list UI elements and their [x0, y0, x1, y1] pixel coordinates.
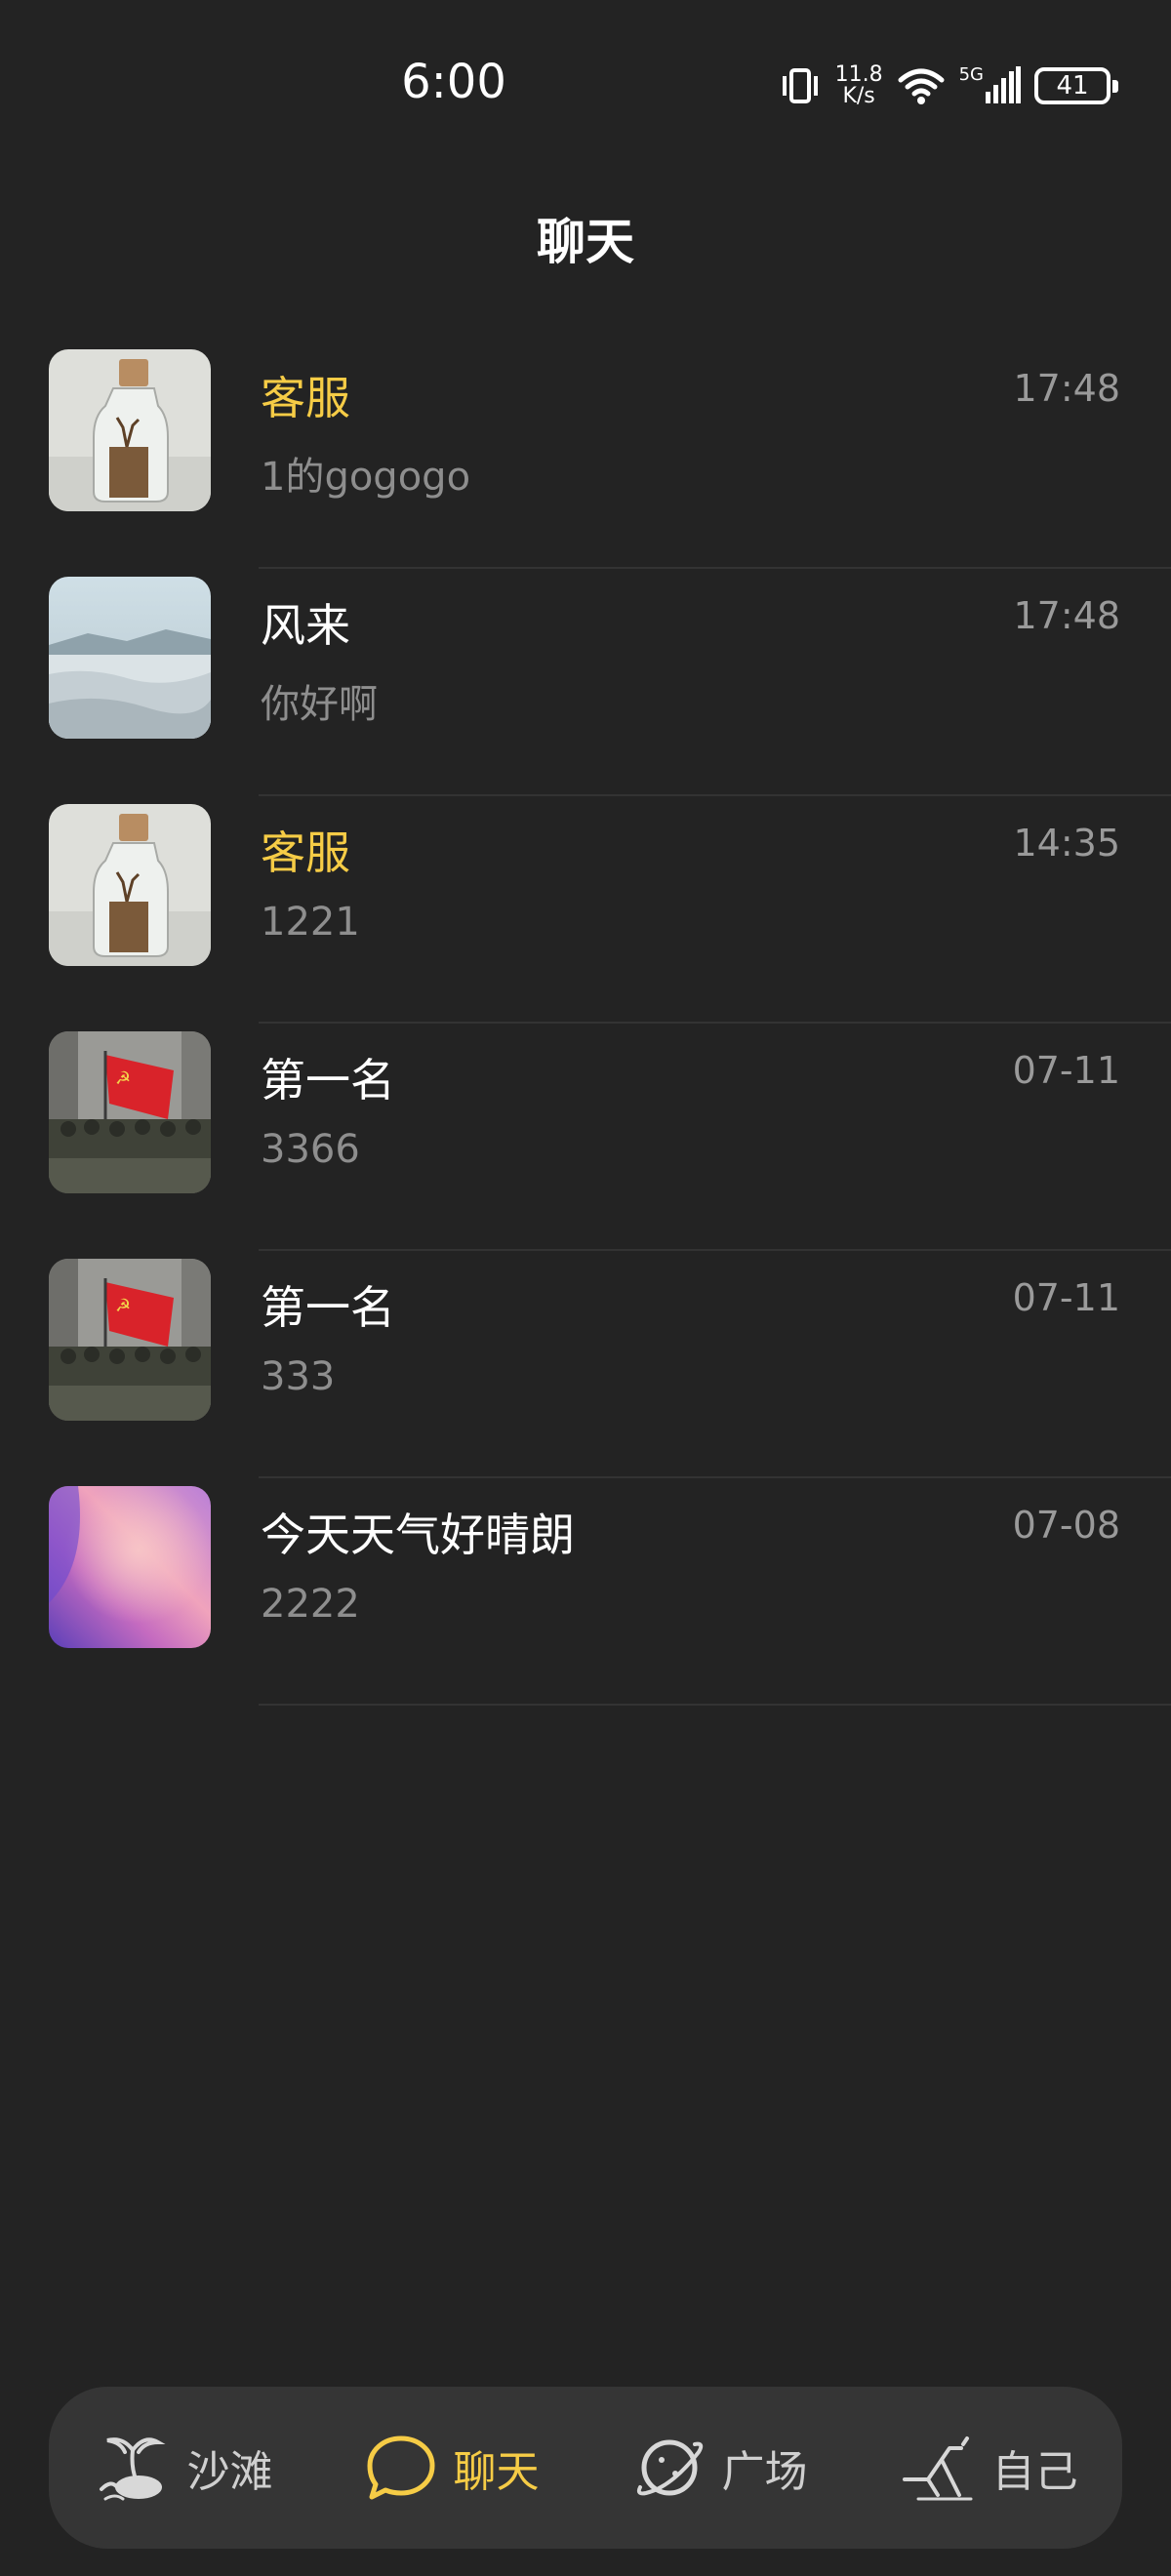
chat-preview: 1的gogogo: [261, 455, 471, 500]
chat-time: 07-08: [1012, 1504, 1120, 1547]
chat-name: 第一名: [261, 1054, 395, 1107]
wifi-icon: [897, 66, 946, 105]
chat-preview: 1221: [261, 900, 360, 945]
status-bar: 6:00 11.8 K/s 5G 41: [0, 0, 1171, 172]
chat-time: 14:35: [1013, 822, 1120, 865]
nav-item-chat[interactable]: 聊天: [317, 2387, 586, 2549]
page-title: 聊天: [537, 214, 634, 270]
avatar: ☭: [49, 1259, 211, 1421]
chat-list-item[interactable]: 今天天气好晴朗 2222 07-08: [0, 1478, 1171, 1706]
svg-text:☭: ☭: [115, 1068, 131, 1089]
avatar: ☭: [49, 1031, 211, 1193]
chat-preview: 3366: [261, 1127, 360, 1172]
chat-time: 07-11: [1012, 1049, 1120, 1092]
cellular-signal-icon: 5G: [959, 66, 1021, 105]
nav-item-plaza[interactable]: 广场: [586, 2387, 854, 2549]
network-type-label: 5G: [958, 64, 984, 85]
avatar: [49, 349, 211, 511]
chat-list: 客服 1的gogogo 17:48 风来 你好啊 17:48 客服 1221 1…: [0, 342, 1171, 1706]
chat-time: 07-11: [1012, 1276, 1120, 1319]
avatar: [49, 1486, 211, 1648]
battery-level: 41: [1056, 71, 1089, 101]
chat-list-item[interactable]: 客服 1的gogogo 17:48: [0, 342, 1171, 569]
chat-name: 第一名: [261, 1281, 395, 1334]
nav-label: 聊天: [453, 2447, 540, 2497]
divider: [259, 1704, 1171, 1706]
chat-name: 客服: [261, 372, 350, 424]
avatar: [49, 804, 211, 966]
nav-label: 广场: [721, 2447, 808, 2497]
nav-item-me[interactable]: 自己: [854, 2387, 1122, 2549]
nav-item-beach[interactable]: 沙滩: [49, 2387, 317, 2549]
beach-chair-icon: [899, 2431, 977, 2505]
chat-list-item[interactable]: 客服 1221 14:35: [0, 796, 1171, 1024]
chat-preview: 你好啊: [261, 682, 378, 727]
network-speed-value: 11.8: [834, 62, 883, 87]
status-icons: 11.8 K/s 5G 41: [779, 57, 1118, 115]
chat-bubble-icon: [364, 2431, 438, 2505]
chat-time: 17:48: [1013, 594, 1120, 637]
chat-name: 客服: [261, 826, 350, 879]
network-speed: 11.8 K/s: [835, 64, 883, 107]
status-time: 6:00: [401, 55, 506, 109]
beach-island-icon: [94, 2429, 172, 2507]
chat-list-item[interactable]: 风来 你好啊 17:48: [0, 569, 1171, 796]
nav-label: 沙滩: [186, 2447, 273, 2497]
chat-list-item[interactable]: ☭ 第一名 3366 07-11: [0, 1024, 1171, 1251]
chat-list-item[interactable]: ☭ 第一名 333 07-11: [0, 1251, 1171, 1478]
chat-preview: 2222: [261, 1582, 360, 1627]
network-speed-unit: K/s: [842, 84, 875, 108]
nav-label: 自己: [991, 2447, 1078, 2497]
bottom-nav: 沙滩 聊天 广场 自己: [49, 2387, 1122, 2549]
avatar: [49, 577, 211, 739]
vibrate-icon: [779, 66, 822, 105]
svg-text:☭: ☭: [115, 1296, 131, 1316]
chat-time: 17:48: [1013, 367, 1120, 410]
planet-icon: [632, 2431, 707, 2505]
chat-name: 风来: [261, 599, 350, 652]
battery-icon: 41: [1034, 67, 1118, 104]
chat-name: 今天天气好晴朗: [261, 1509, 575, 1561]
chat-preview: 333: [261, 1354, 336, 1399]
